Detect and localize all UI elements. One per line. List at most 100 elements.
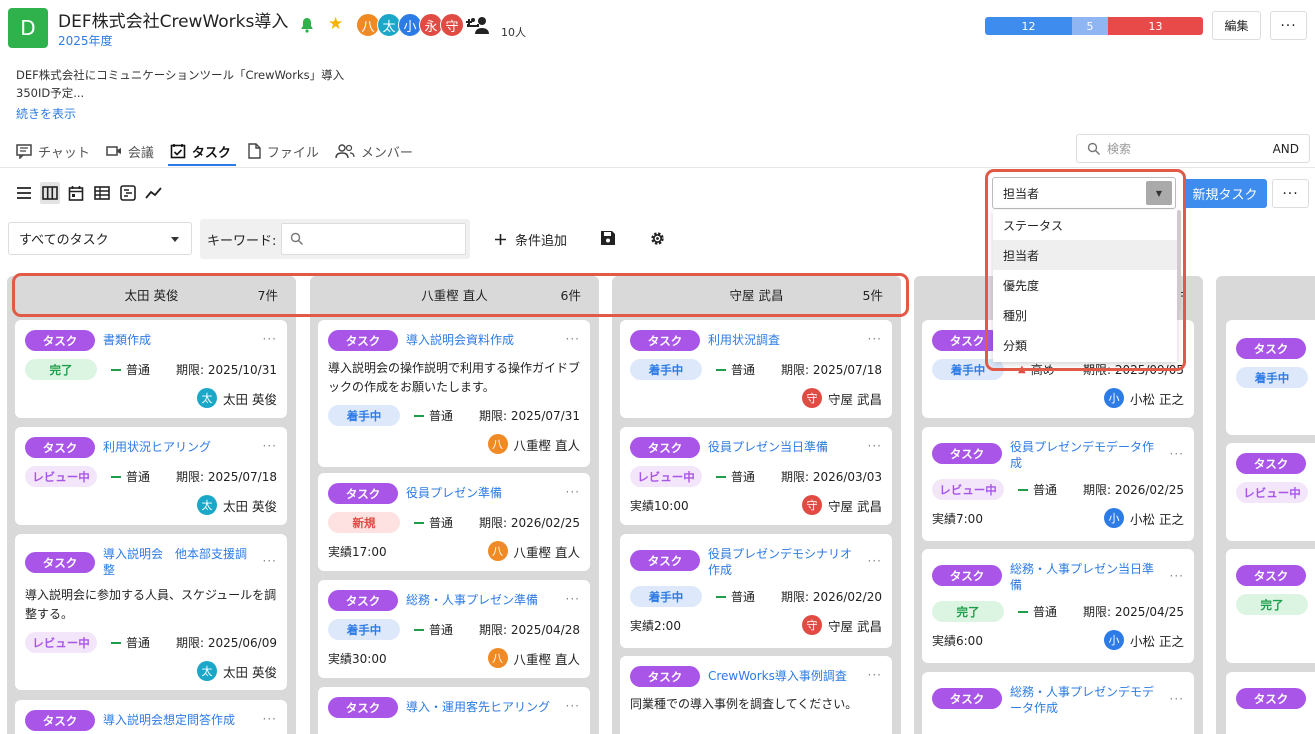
task-card[interactable]: タスク (1226, 672, 1315, 734)
task-owner[interactable]: 小小松 正之 (1104, 630, 1184, 650)
save-icon[interactable] (600, 230, 616, 250)
task-card[interactable]: タスク レビュー中 (1226, 443, 1315, 541)
star-icon[interactable]: ★ (328, 14, 343, 34)
task-card[interactable]: タスク 書類作成 ··· 完了 普通 期限: 2025/10/31 太太田 英俊 (15, 320, 287, 418)
task-type-tag: タスク (630, 550, 700, 571)
task-owner[interactable]: 八八重樫 直人 (487, 541, 580, 561)
task-card[interactable]: タスク 総務・人事プレゼン準備 ··· 着手中 普通 期限: 2025/04/28 実績… (318, 580, 590, 678)
task-owner[interactable]: 守守屋 武昌 (802, 615, 882, 635)
task-card[interactable]: タスク 総務・人事プレゼン当日準備 ··· 完了 普通 期限: 2025/04/25 実… (922, 549, 1194, 663)
task-card[interactable]: タスク 導入説明会資料作成 ··· 導入説明会の操作説明で利用する操作ガイドブックの… (318, 320, 590, 467)
more-icon[interactable]: ··· (263, 544, 277, 568)
more-icon[interactable]: ··· (263, 437, 277, 453)
more-icon[interactable]: ··· (263, 330, 277, 346)
keyword-input[interactable] (281, 223, 466, 255)
task-title[interactable]: 役員プレゼンデモデータ作成 (1010, 437, 1162, 471)
task-title[interactable]: 導入説明会 他本部支援調整 (103, 544, 255, 578)
priority-normal-icon (1018, 488, 1028, 491)
edit-button[interactable]: 編集 (1212, 11, 1261, 40)
active-tab-indicator (168, 164, 236, 166)
more-icon[interactable]: ··· (566, 330, 580, 346)
task-type-tag: タスク (25, 552, 95, 573)
task-card[interactable]: タスク 役員プレゼン当日準備 ··· レビュー中 普通 期限: 2026/03/03 実… (620, 427, 892, 525)
task-title[interactable]: 総務・人事プレゼン当日準備 (1010, 559, 1162, 593)
task-title[interactable]: 導入・運用客先ヒアリング (406, 697, 558, 715)
tab-task[interactable]: タスク (170, 139, 231, 163)
task-title[interactable]: 役員プレゼンデモシナリオ作成 (708, 544, 860, 578)
task-card[interactable]: タスク 役員プレゼン準備 ··· 新規 普通 期限: 2026/02/25 実績17:0… (318, 473, 590, 571)
priority-normal-icon (716, 595, 726, 598)
task-owner[interactable]: 太太田 英俊 (25, 661, 277, 681)
more-icon[interactable]: ··· (1170, 559, 1184, 583)
task-title[interactable]: 導入説明会資料作成 (406, 330, 558, 348)
bell-icon[interactable] (300, 17, 314, 37)
task-title[interactable]: 利用状況ヒアリング (103, 437, 255, 455)
more-icon[interactable]: ··· (868, 330, 882, 346)
task-scope-select[interactable]: すべてのタスク (8, 222, 192, 255)
task-card[interactable]: タスク 導入・運用客先ヒアリング ··· (318, 687, 590, 734)
list-view-button[interactable] (14, 182, 34, 204)
show-more-link[interactable]: 続きを表示 (16, 105, 76, 122)
task-owner[interactable]: 小小松 正之 (932, 388, 1184, 408)
task-card[interactable]: タスク 役員プレゼンデモシナリオ作成 ··· 着手中 普通 期限: 2026/02/20… (620, 534, 892, 648)
tab-file[interactable]: ファイル (247, 139, 319, 163)
task-card[interactable]: タスク 役員プレゼンデモデータ作成 ··· レビュー中 普通 期限: 2026/02/2… (922, 427, 1194, 541)
table-view-button[interactable] (92, 182, 112, 204)
project-more-button[interactable]: ··· (1270, 11, 1307, 40)
video-icon (106, 146, 121, 156)
task-card[interactable]: タスク 導入説明会想定問答作成 ··· (15, 700, 287, 734)
status-summary-bar[interactable]: 12 5 13 (985, 17, 1203, 35)
calendar-view-button[interactable] (66, 182, 86, 204)
task-owner[interactable]: 守守屋 武昌 (802, 495, 882, 515)
task-type-tag: タスク (932, 688, 1002, 709)
tab-meeting[interactable]: 会議 (106, 139, 154, 163)
task-card[interactable]: タスク CrewWorks導入事例調査 ··· 同業種での導入事例を調査してください… (620, 656, 892, 734)
task-title[interactable]: 役員プレゼン当日準備 (708, 437, 860, 455)
more-icon[interactable]: ··· (566, 697, 580, 713)
board-more-button[interactable]: ··· (1272, 179, 1309, 208)
tab-chat[interactable]: チャット (16, 139, 90, 163)
board-view-button[interactable] (40, 182, 60, 204)
more-icon[interactable]: ··· (263, 710, 277, 726)
task-owner[interactable]: 八八重樫 直人 (487, 648, 580, 668)
task-title[interactable]: CrewWorks導入事例調査 (708, 666, 860, 684)
task-title[interactable]: 書類作成 (103, 330, 255, 348)
task-title[interactable]: 総務・人事プレゼン準備 (406, 590, 558, 608)
add-member-icon[interactable] (465, 14, 491, 36)
task-owner[interactable]: 太太田 英俊 (25, 495, 277, 515)
task-card[interactable]: タスク 総務・人事プレゼンデモデータ作成 ··· (922, 672, 1194, 734)
task-owner[interactable]: 八八重樫 直人 (328, 434, 580, 454)
calendar-icon (68, 186, 84, 201)
task-card[interactable]: タスク 完了 (1226, 549, 1315, 663)
chart-view-button[interactable] (144, 182, 164, 204)
search-mode[interactable]: AND (1273, 142, 1299, 156)
more-icon[interactable]: ··· (868, 544, 882, 568)
gantt-view-button[interactable] (118, 182, 138, 204)
more-icon[interactable]: ··· (868, 666, 882, 682)
task-title[interactable]: 導入説明会想定問答作成 (103, 710, 255, 728)
description-line: 350ID予定... (16, 86, 85, 100)
task-card[interactable]: タスク 着手中 (1226, 320, 1315, 435)
task-owner[interactable]: 小小松 正之 (1104, 508, 1184, 528)
task-title[interactable]: 役員プレゼン準備 (406, 483, 558, 501)
more-icon[interactable]: ··· (1170, 682, 1184, 706)
task-title[interactable]: 総務・人事プレゼンデモデータ作成 (1010, 682, 1162, 716)
task-card[interactable]: タスク 導入説明会 他本部支援調整 ··· 導入説明会に参加する人員、スケジュールを… (15, 534, 287, 690)
task-card[interactable]: タスク 利用状況ヒアリング ··· レビュー中 普通 期限: 2025/07/18 太太… (15, 427, 287, 525)
task-owner[interactable]: 守守屋 武昌 (630, 388, 882, 408)
add-condition-button[interactable]: 条件追加 (494, 230, 567, 249)
more-icon[interactable]: ··· (1170, 437, 1184, 461)
more-icon[interactable]: ··· (566, 590, 580, 606)
tab-members[interactable]: メンバー (335, 139, 413, 163)
task-title[interactable]: 利用状況調査 (708, 330, 860, 348)
task-owner[interactable]: 太太田 英俊 (25, 388, 277, 408)
status-badge: 完了 (932, 601, 1004, 622)
member-avatars[interactable]: 八 太 小 永 守 (356, 13, 464, 37)
new-task-button[interactable]: 新規タスク (1183, 179, 1267, 208)
priority-label: 普通 (731, 363, 756, 377)
more-icon[interactable]: ··· (868, 437, 882, 453)
task-card[interactable]: タスク 利用状況調査 ··· 着手中 普通 期限: 2025/07/18 守守屋 武昌 (620, 320, 892, 418)
search-input[interactable]: 検索 AND (1076, 134, 1310, 163)
more-icon[interactable]: ··· (566, 483, 580, 499)
gear-icon[interactable] (649, 230, 666, 251)
